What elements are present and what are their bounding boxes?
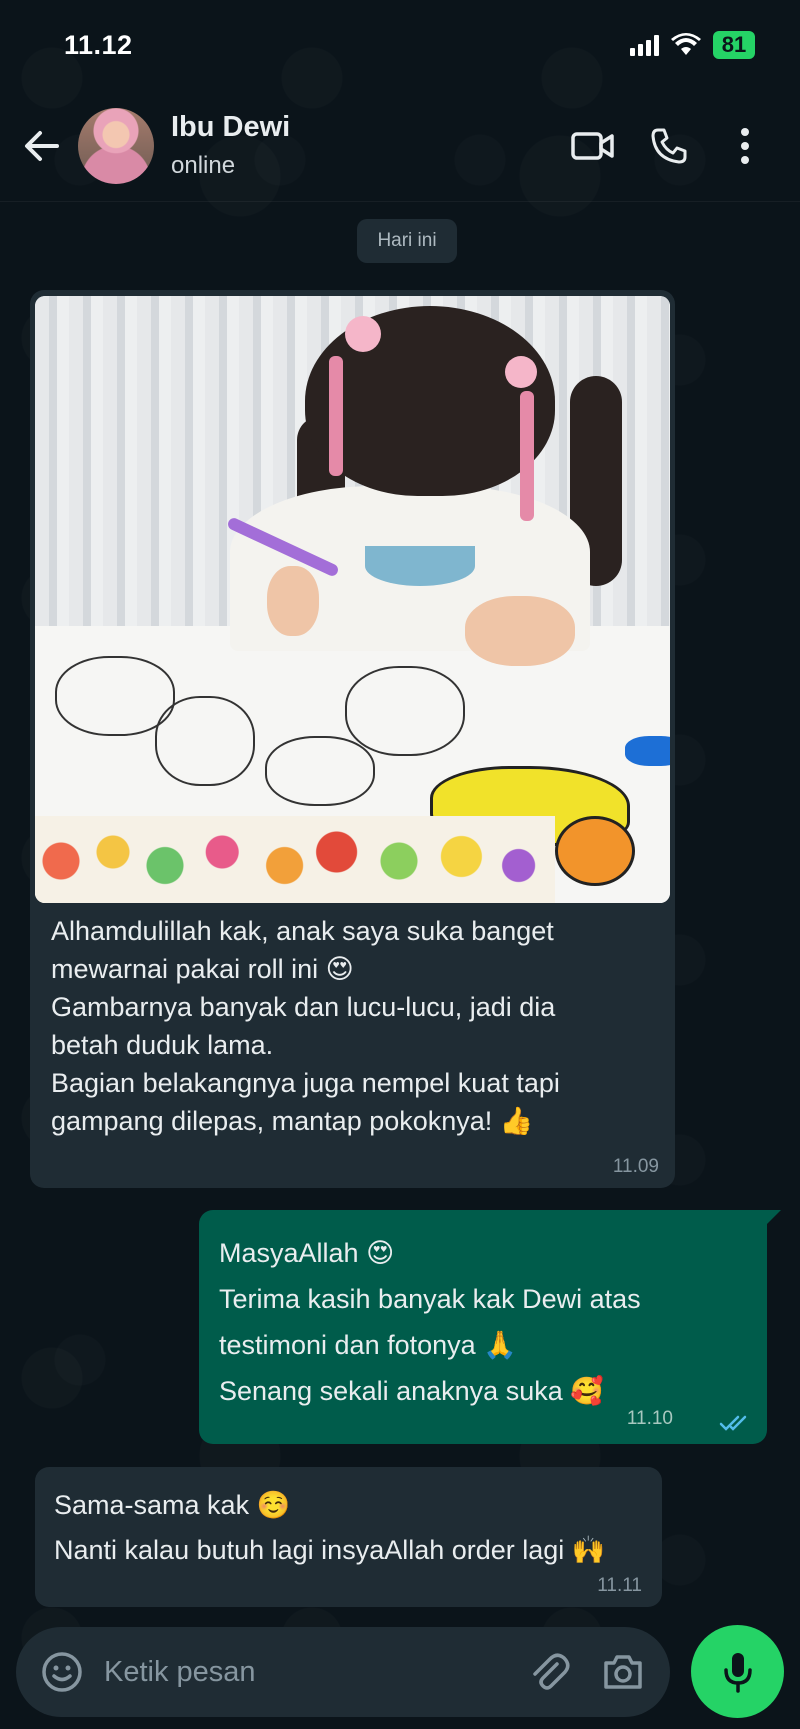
contact-avatar[interactable] — [78, 107, 154, 184]
message-text: Sama-sama kak ☺️ Nanti kalau butuh lagi … — [54, 1490, 606, 1565]
read-ticks-icon — [719, 1415, 747, 1431]
arrow-left-icon — [25, 130, 59, 161]
battery-indicator: 81 — [713, 31, 755, 59]
message-time: 11.10 — [626, 1408, 673, 1429]
chat-header: Ibu Dewi online — [0, 90, 800, 202]
message-input[interactable]: Ketik pesan — [104, 1656, 504, 1689]
date-chip: Hari ini — [357, 219, 457, 263]
contact-info[interactable]: Ibu Dewi online — [171, 111, 558, 180]
more-options-button[interactable] — [710, 111, 780, 181]
signal-icon — [630, 34, 659, 56]
back-button[interactable] — [4, 109, 78, 183]
status-bar: 11.12 81 — [0, 0, 800, 90]
message-incoming[interactable]: Sama-sama kak ☺️ Nanti kalau butuh lagi … — [35, 1467, 662, 1607]
message-text: MasyaAllah 😍 Terima kasih banyak kak Dew… — [219, 1238, 641, 1406]
camera-button[interactable] — [594, 1643, 652, 1701]
message-text: Alhamdulillah kak, anak saya suka banget… — [51, 916, 560, 1136]
photo-dino — [555, 816, 635, 886]
video-call-button[interactable] — [558, 111, 628, 181]
message-time: 11.09 — [612, 1156, 659, 1177]
contact-name: Ibu Dewi — [171, 111, 291, 143]
photo-girl — [345, 316, 381, 352]
video-call-icon — [571, 131, 614, 160]
photo-doodle — [265, 736, 375, 806]
message-composer: Ketik pesan — [16, 1627, 670, 1717]
camera-icon — [604, 1655, 642, 1689]
photo-doodle — [345, 666, 465, 756]
wifi-icon — [671, 33, 701, 55]
photo-girl — [365, 546, 475, 586]
message-outgoing[interactable]: MasyaAllah 😍 Terima kasih banyak kak Dew… — [199, 1210, 781, 1444]
paperclip-icon — [533, 1653, 570, 1690]
photo-fruits — [35, 816, 555, 903]
photo-girl — [505, 356, 537, 388]
header-actions — [558, 111, 780, 181]
more-vert-icon — [741, 127, 749, 164]
message-time: 11.11 — [597, 1575, 642, 1596]
mic-button[interactable] — [691, 1625, 784, 1718]
message-incoming[interactable]: Alhamdulillah kak, anak saya suka banget… — [30, 290, 675, 1188]
emoji-icon — [42, 1652, 82, 1692]
mic-icon — [723, 1652, 752, 1693]
photo-girl — [267, 566, 319, 636]
attach-button[interactable] — [520, 1643, 578, 1701]
photo-doodle — [155, 696, 255, 786]
status-icons: 81 — [630, 31, 755, 59]
photo-girl — [329, 356, 343, 476]
phone-icon — [651, 128, 687, 163]
contact-status: online — [171, 152, 236, 179]
voice-call-button[interactable] — [634, 111, 704, 181]
emoji-button[interactable] — [34, 1644, 90, 1700]
photo-girl — [520, 391, 534, 521]
photo-girl — [465, 596, 575, 666]
message-photo[interactable] — [35, 296, 670, 903]
status-time: 11.12 — [64, 29, 133, 60]
photo-dino — [625, 736, 670, 766]
